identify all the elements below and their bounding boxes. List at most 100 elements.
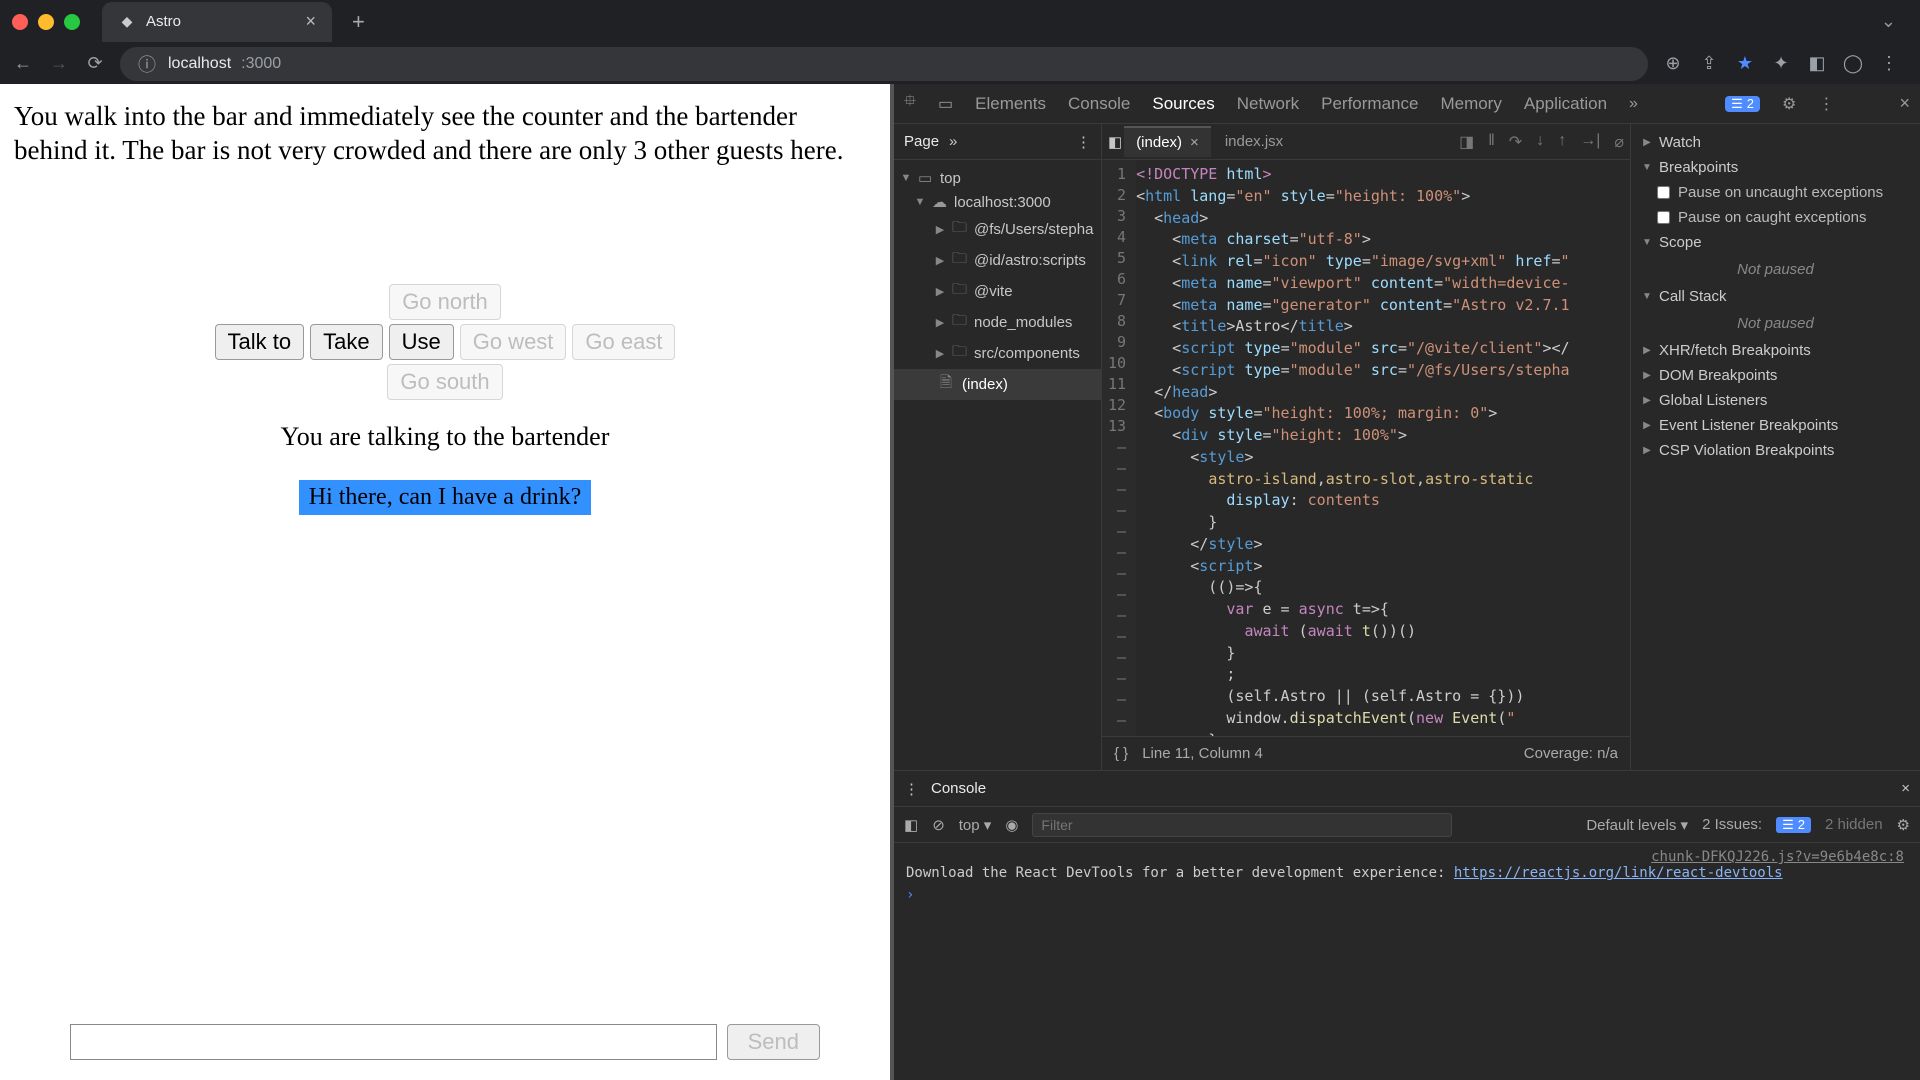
url-path: :3000 bbox=[241, 55, 281, 73]
console-context[interactable]: top ▾ bbox=[959, 816, 992, 834]
talk-to-button[interactable]: Talk to bbox=[215, 324, 305, 360]
clear-console-icon[interactable]: ⊘ bbox=[932, 816, 945, 834]
tree-folder[interactable]: ▶🗀@fs/Users/stepha bbox=[894, 214, 1101, 245]
deactivate-breakpoints-icon[interactable]: ⌀ bbox=[1614, 132, 1624, 152]
tab-title: Astro bbox=[146, 13, 181, 30]
site-info-icon[interactable]: ⓘ bbox=[136, 53, 158, 75]
pretty-print-icon[interactable]: { } bbox=[1114, 745, 1128, 762]
close-icon[interactable]: × bbox=[305, 11, 316, 32]
tree-folder[interactable]: ▶🗀node_modules bbox=[894, 307, 1101, 338]
navigator-more-icon[interactable]: » bbox=[949, 133, 957, 150]
tab-application[interactable]: Application bbox=[1524, 94, 1607, 114]
step-over-icon[interactable]: ↷ bbox=[1509, 132, 1522, 152]
pause-caught-checkbox[interactable]: Pause on caught exceptions bbox=[1631, 205, 1920, 230]
close-icon[interactable]: × bbox=[1190, 134, 1199, 151]
global-listeners-section[interactable]: ▶Global Listeners bbox=[1631, 388, 1920, 413]
tree-file-index[interactable]: 🗎(index) bbox=[894, 369, 1101, 400]
window-close[interactable] bbox=[12, 14, 28, 30]
dom-breakpoints-section[interactable]: ▶DOM Breakpoints bbox=[1631, 363, 1920, 388]
devtools-menu-icon[interactable]: ⋮ bbox=[1818, 94, 1834, 114]
step-icon[interactable]: →| bbox=[1580, 132, 1600, 152]
watch-section[interactable]: ▶Watch bbox=[1631, 130, 1920, 155]
pause-icon[interactable]: ‖ bbox=[1488, 132, 1495, 152]
send-button[interactable]: Send bbox=[727, 1024, 820, 1060]
new-tab-button[interactable]: + bbox=[342, 9, 375, 35]
status-line: You are talking to the bartender bbox=[0, 422, 890, 452]
tab-performance[interactable]: Performance bbox=[1321, 94, 1418, 114]
tree-folder[interactable]: ▶🗀@vite bbox=[894, 276, 1101, 307]
breakpoints-section[interactable]: ▼Breakpoints bbox=[1631, 155, 1920, 180]
go-west-button[interactable]: Go west bbox=[460, 324, 567, 360]
side-panel-icon[interactable]: ◧ bbox=[1806, 53, 1828, 75]
console-sidebar-icon[interactable]: ◧ bbox=[904, 816, 918, 834]
go-south-button[interactable]: Go south bbox=[387, 364, 502, 400]
tab-sources[interactable]: Sources bbox=[1152, 94, 1214, 114]
file-tab-index[interactable]: (index)× bbox=[1124, 126, 1211, 157]
scope-not-paused: Not paused bbox=[1631, 255, 1920, 284]
go-north-button[interactable]: Go north bbox=[389, 284, 501, 320]
inspect-element-icon[interactable]: ⯐ bbox=[904, 90, 916, 117]
dialogue-highlight: Hi there, can I have a drink? bbox=[299, 480, 592, 515]
zoom-icon[interactable]: ⊕ bbox=[1662, 53, 1684, 75]
console-issues-badge[interactable]: ☰ 2 bbox=[1776, 817, 1811, 833]
event-listener-breakpoints-section[interactable]: ▶Event Listener Breakpoints bbox=[1631, 413, 1920, 438]
issues-badge[interactable]: ☰ 2 bbox=[1725, 96, 1760, 112]
console-source-link[interactable]: chunk-DFKQJ226.js?v=9e6b4e8c:8 bbox=[906, 849, 1908, 865]
source-code[interactable]: <!DOCTYPE html> <html lang="en" style="h… bbox=[1136, 160, 1570, 736]
console-settings-gear-icon[interactable]: ⚙ bbox=[1897, 816, 1910, 834]
window-minimize[interactable] bbox=[38, 14, 54, 30]
tab-elements[interactable]: Elements bbox=[975, 94, 1046, 114]
xhr-breakpoints-section[interactable]: ▶XHR/fetch Breakpoints bbox=[1631, 338, 1920, 363]
window-maximize[interactable] bbox=[64, 14, 80, 30]
navigator-menu-icon[interactable]: ⋮ bbox=[1076, 133, 1091, 151]
react-devtools-link[interactable]: https://reactjs.org/link/react-devtools bbox=[1454, 865, 1783, 881]
tab-memory[interactable]: Memory bbox=[1440, 94, 1501, 114]
console-message: Download the React DevTools for a better… bbox=[906, 865, 1908, 881]
pause-uncaught-checkbox[interactable]: Pause on uncaught exceptions bbox=[1631, 180, 1920, 205]
astro-favicon-icon: ◆ bbox=[118, 13, 136, 31]
extensions-puzzle-icon[interactable]: ✦ bbox=[1770, 53, 1792, 75]
bookmark-star-icon[interactable]: ★ bbox=[1734, 53, 1756, 75]
drawer-console-tab[interactable]: Console bbox=[931, 780, 986, 797]
url-field[interactable]: ⓘ localhost:3000 bbox=[120, 47, 1648, 81]
use-button[interactable]: Use bbox=[389, 324, 454, 360]
tree-folder[interactable]: ▶🗀src/components bbox=[894, 338, 1101, 369]
drawer-close-icon[interactable]: × bbox=[1901, 780, 1910, 797]
csp-breakpoints-section[interactable]: ▶CSP Violation Breakpoints bbox=[1631, 438, 1920, 463]
hidden-count: 2 hidden bbox=[1825, 816, 1883, 833]
settings-gear-icon[interactable]: ⚙ bbox=[1782, 94, 1796, 114]
browser-tab[interactable]: ◆ Astro × bbox=[102, 2, 332, 42]
message-input[interactable] bbox=[70, 1024, 717, 1060]
log-levels-dropdown[interactable]: Default levels ▾ bbox=[1586, 816, 1688, 834]
toggle-navigator-icon[interactable]: ◧ bbox=[1108, 133, 1122, 151]
go-east-button[interactable]: Go east bbox=[572, 324, 675, 360]
device-toolbar-icon[interactable]: ▭ bbox=[938, 94, 953, 114]
callstack-section[interactable]: ▼Call Stack bbox=[1631, 284, 1920, 309]
file-tab-indexjsx[interactable]: index.jsx bbox=[1213, 127, 1295, 156]
back-icon[interactable]: ← bbox=[12, 53, 34, 75]
reload-icon[interactable]: ⟳ bbox=[84, 53, 106, 75]
tree-top[interactable]: ▼▭top bbox=[894, 166, 1101, 190]
issues-label: 2 Issues: bbox=[1702, 816, 1762, 833]
devtools-close-icon[interactable]: × bbox=[1899, 93, 1910, 114]
tree-origin[interactable]: ▼☁localhost:3000 bbox=[894, 190, 1101, 214]
step-out-icon[interactable]: ↑ bbox=[1558, 132, 1566, 152]
drawer-menu-icon[interactable]: ⋮ bbox=[904, 780, 919, 798]
narrative-text: You walk into the bar and immediately se… bbox=[0, 84, 890, 184]
navigator-page-tab[interactable]: Page bbox=[904, 133, 939, 150]
more-tabs-icon[interactable]: » bbox=[1629, 95, 1638, 113]
profile-icon[interactable]: ◯ bbox=[1842, 53, 1864, 75]
scope-section[interactable]: ▼Scope bbox=[1631, 230, 1920, 255]
toggle-debugger-icon[interactable]: ◨ bbox=[1459, 132, 1474, 152]
menu-icon[interactable]: ⋮ bbox=[1878, 53, 1900, 75]
console-prompt[interactable]: › bbox=[906, 887, 1908, 903]
step-into-icon[interactable]: ↓ bbox=[1536, 132, 1544, 152]
chevron-down-icon[interactable]: ⌄ bbox=[1881, 11, 1908, 32]
tab-console[interactable]: Console bbox=[1068, 94, 1130, 114]
tab-network[interactable]: Network bbox=[1237, 94, 1299, 114]
share-icon[interactable]: ⇪ bbox=[1698, 53, 1720, 75]
console-filter-input[interactable] bbox=[1032, 813, 1452, 837]
tree-folder[interactable]: ▶🗀@id/astro:scripts bbox=[894, 245, 1101, 276]
live-expression-icon[interactable]: ◉ bbox=[1005, 816, 1018, 834]
take-button[interactable]: Take bbox=[310, 324, 382, 360]
